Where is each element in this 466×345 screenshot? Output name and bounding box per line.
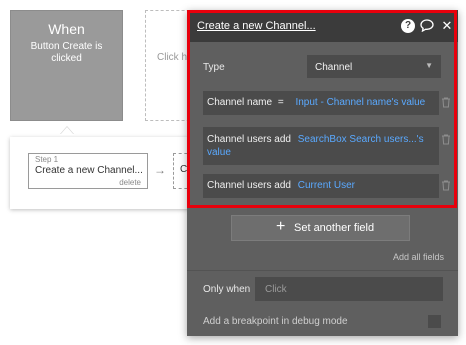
only-when-label: Only when — [203, 284, 251, 295]
close-icon[interactable]: ✕ — [440, 19, 454, 33]
add-event-placeholder-text: Click h — [157, 52, 188, 63]
field-value[interactable]: Current User — [298, 180, 355, 191]
only-when-field[interactable] — [255, 277, 443, 301]
trash-icon[interactable] — [440, 97, 452, 109]
field-row-channel-name[interactable]: Channel name = Input - Channel name's va… — [203, 91, 439, 115]
comment-icon[interactable] — [420, 19, 434, 33]
trash-icon[interactable] — [440, 180, 452, 192]
step-number: Step 1 — [35, 155, 59, 164]
step-card[interactable]: Step 1 Create a new Channel... delete — [28, 153, 148, 189]
event-card[interactable]: When Button Create is clicked — [10, 10, 123, 121]
field-row-channel-users-add-current[interactable]: Channel users add Current User — [203, 174, 439, 198]
divider — [187, 270, 458, 271]
step-strip-notch — [60, 127, 74, 135]
type-select[interactable]: Channel ▼ — [307, 55, 441, 78]
set-another-field-label: Set another field — [294, 222, 375, 234]
field-row-text: Channel users add SearchBox Search users… — [207, 133, 433, 159]
field-label: Channel users add — [207, 180, 291, 191]
type-select-value: Channel — [315, 62, 353, 73]
event-description: Button Create is clicked — [30, 41, 103, 64]
step-name: Create a new Channel... — [35, 165, 143, 176]
event-title: When — [48, 21, 85, 37]
field-row-channel-users-add[interactable]: Channel users add SearchBox Search users… — [203, 127, 439, 165]
field-row-text: Channel name = Input - Channel name's va… — [207, 97, 425, 108]
field-value[interactable]: Input - Channel name's value — [295, 97, 425, 108]
breakpoint-label: Add a breakpoint in debug mode — [203, 316, 348, 327]
arrow-right-icon: → — [154, 163, 166, 177]
field-operator: = — [277, 97, 284, 108]
field-row-text: Channel users add Current User — [207, 180, 355, 191]
panel-title[interactable]: Create a new Channel... — [197, 20, 316, 32]
trash-icon[interactable] — [440, 134, 452, 146]
only-when-input[interactable] — [255, 277, 443, 301]
field-label: Channel users add — [207, 134, 291, 145]
chevron-down-icon: ▼ — [425, 61, 433, 70]
field-value-continued[interactable]: value — [207, 147, 231, 158]
step-delete-link[interactable]: delete — [119, 178, 141, 187]
panel-header: Create a new Channel... ? ✕ — [187, 10, 458, 42]
help-icon[interactable]: ? — [401, 19, 415, 33]
action-editor-panel: Create a new Channel... ? ✕ Type Channel… — [187, 10, 458, 336]
type-label: Type — [203, 62, 225, 73]
plus-icon: + — [276, 218, 286, 235]
set-another-field-button[interactable]: + Set another field — [231, 215, 410, 241]
add-all-fields-link[interactable]: Add all fields — [393, 252, 444, 262]
breakpoint-checkbox[interactable] — [428, 315, 441, 328]
field-label: Channel name — [207, 97, 273, 108]
field-value[interactable]: SearchBox Search users...'s — [298, 134, 424, 145]
